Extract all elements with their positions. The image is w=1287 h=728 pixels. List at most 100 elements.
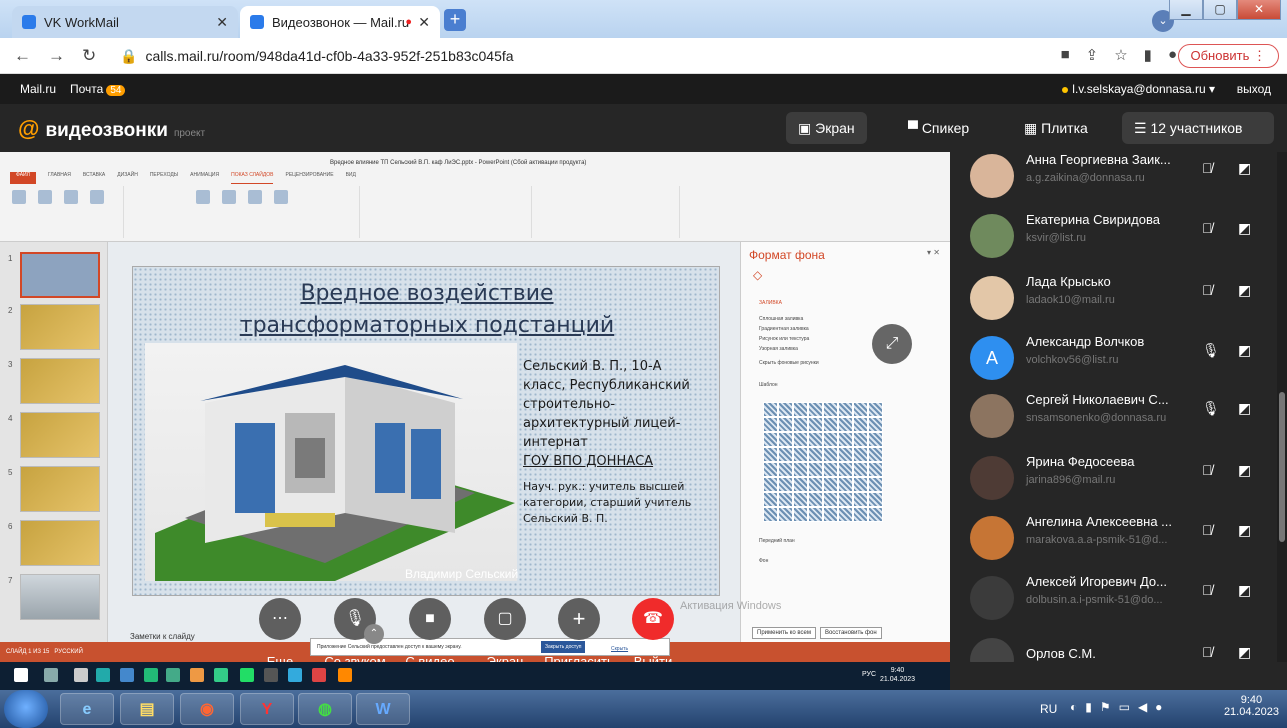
slide-thumbnail[interactable] xyxy=(20,252,100,298)
tab-title: VK WorkMail xyxy=(44,14,119,30)
avatar xyxy=(970,456,1014,500)
fill-option: Сплошная заливка xyxy=(759,316,804,322)
view-label: Спикер xyxy=(921,120,970,136)
fullscreen-toggle-button[interactable]: ⤢ xyxy=(872,324,912,364)
participant-name: Алексей Игоревич До... xyxy=(1026,574,1167,589)
window-close-button[interactable]: ✕ xyxy=(1237,0,1281,20)
thumb-number: 2 xyxy=(8,306,13,315)
forward-icon[interactable]: → xyxy=(48,46,65,66)
videocall-logo[interactable]: @ видеозвонки проект xyxy=(18,116,205,142)
participant-row[interactable]: Алексей Игоревич До... dolbusin.a.i-psmi… xyxy=(950,570,1280,632)
participant-row[interactable]: A Александр Волчков volchkov56@list.ru 🎙… xyxy=(950,330,1280,392)
ribbon-icon xyxy=(38,190,52,204)
ribbon-icon xyxy=(222,190,236,204)
invite-button[interactable]: + xyxy=(558,598,600,640)
camera-button[interactable]: ■ xyxy=(409,598,451,640)
mailru-link[interactable]: Mail.ru xyxy=(20,82,56,96)
substation-image xyxy=(145,343,517,581)
screen-share-button[interactable]: ▢ xyxy=(484,598,526,640)
view-speaker-button[interactable]: ▀ Спикер xyxy=(896,112,981,144)
chrome-icon[interactable]: ◍ xyxy=(298,693,352,725)
substation-illustration xyxy=(155,365,515,581)
new-tab-button[interactable]: + xyxy=(444,9,466,31)
bookmark-star-icon[interactable]: ☆ xyxy=(1114,46,1127,64)
video-camera-icon: ■ xyxy=(425,610,435,627)
plus-icon: + xyxy=(572,606,586,631)
camera-off-icon: ◩ xyxy=(1238,160,1252,176)
recording-dot-icon: ● xyxy=(405,16,412,28)
participant-row[interactable]: Екатерина Свиридова ksvir@list.ru 🎙̸ ◩ xyxy=(950,208,1280,270)
reload-icon[interactable]: ↻ xyxy=(82,46,96,66)
participant-row[interactable]: Анна Георгиевна Заик... a.g.zaikina@donn… xyxy=(950,152,1280,210)
mic-button[interactable]: 🎙 xyxy=(334,598,376,640)
scrollbar-thumb[interactable] xyxy=(1279,392,1285,542)
restore-bg-button: Восстановить фон xyxy=(819,627,882,639)
maximize-button[interactable]: ▢ xyxy=(1203,0,1237,20)
slide-thumbnail[interactable] xyxy=(20,412,100,458)
participant-email: jarina896@mail.ru xyxy=(1026,474,1116,486)
shared-screen[interactable]: Вредное влияние ТП Сельский В.П. каф ЛиЭ… xyxy=(0,152,950,662)
share-icon[interactable]: ⇪ xyxy=(1086,46,1099,64)
tray-language[interactable]: RU xyxy=(1040,702,1057,716)
slide-counter: СЛАЙД 1 ИЗ 15 xyxy=(6,649,50,655)
participant-row[interactable]: Лада Крысько ladaok10@mail.ru 🎙̸ ◩ xyxy=(950,270,1280,332)
profile-icon[interactable]: ● xyxy=(1168,46,1177,64)
back-icon[interactable]: ← xyxy=(14,46,31,66)
url-field[interactable]: 🔒 calls.mail.ru/room/948da41d-cf0b-4a33-9… xyxy=(120,48,514,65)
tab-videocall[interactable]: Видеозвонок — Mail.ru ● ✕ xyxy=(240,6,440,38)
access-notice-text: Приложение Сельский предоставлен доступ … xyxy=(317,644,462,650)
start-button[interactable] xyxy=(4,690,48,728)
slide-thumbnail[interactable] xyxy=(20,304,100,350)
sidebar-icon[interactable]: ▮ xyxy=(1144,46,1152,64)
logo-subtitle: проект xyxy=(173,128,206,139)
participant-row[interactable]: Ярина Федосеева jarina896@mail.ru 🎙̸ ◩ xyxy=(950,450,1280,512)
update-button[interactable]: Обновить ⋮ xyxy=(1177,44,1279,68)
ribbon-icon xyxy=(196,190,210,204)
participants-button[interactable]: ☰ 12 участников xyxy=(1122,112,1274,144)
ppt-tab: ВСТАВКА xyxy=(82,172,106,178)
yandex-browser-icon[interactable]: Y xyxy=(240,693,294,725)
avatar xyxy=(970,154,1014,198)
ie-icon[interactable]: e xyxy=(60,693,114,725)
view-screen-button[interactable]: ▣ Экран xyxy=(786,112,867,144)
user-menu[interactable]: l.v.selskaya@donnasa.ru ▾ xyxy=(1062,82,1215,96)
speaker-icon: ▀ xyxy=(908,120,918,136)
clock-date: 21.04.2023 xyxy=(1223,706,1279,718)
remote-app-icon xyxy=(312,668,326,682)
ppt-tab: ФАЙЛ xyxy=(10,172,36,184)
avatar xyxy=(970,576,1014,620)
participant-name: Анна Георгиевна Заик... xyxy=(1026,152,1171,167)
videocall-favicon-icon xyxy=(250,15,264,29)
more-button[interactable]: ⋯ xyxy=(259,598,301,640)
fill-option: Скрыть фоновые рисунки xyxy=(759,360,819,366)
slide-thumbnail[interactable] xyxy=(20,358,100,404)
tray-clock[interactable]: 9:40 21.04.2023 xyxy=(1224,694,1279,718)
logout-link[interactable]: выход xyxy=(1237,82,1271,96)
leave-call-button[interactable]: ☎ xyxy=(632,598,674,640)
remote-app-icon xyxy=(214,668,228,682)
media-player-icon[interactable]: ◉ xyxy=(180,693,234,725)
tab-vk-workmail[interactable]: VK WorkMail ✕ xyxy=(12,6,238,38)
pochta-link[interactable]: Почта 54 xyxy=(70,82,126,96)
word-icon[interactable]: W xyxy=(356,693,410,725)
view-tile-button[interactable]: ▦ Плитка xyxy=(1012,112,1100,144)
remote-app-icon xyxy=(96,668,110,682)
user-email: l.v.selskaya@donnasa.ru xyxy=(1072,82,1206,96)
camera-icon[interactable]: ■ xyxy=(1061,46,1070,64)
slide-thumbnail[interactable] xyxy=(20,466,100,512)
close-icon[interactable]: ✕ xyxy=(216,14,228,31)
participants-scrollbar[interactable] xyxy=(1277,152,1287,672)
participant-row[interactable]: Сергей Николаевич С... snsamsonenko@donn… xyxy=(950,388,1280,450)
explorer-icon[interactable]: ▤ xyxy=(120,693,174,725)
minimize-button[interactable]: ▁ xyxy=(1169,0,1203,20)
participant-row[interactable]: Ангелина Алексеевна ... marakova.a.a-psm… xyxy=(950,510,1280,572)
slide-thumbnail[interactable] xyxy=(20,520,100,566)
slide-thumbnail[interactable] xyxy=(20,574,100,620)
mic-muted-icon: 🎙̸ xyxy=(1202,220,1213,236)
slide-text-line: Науч. рук.: учитель высшей xyxy=(523,480,685,493)
participant-name: Екатерина Свиридова xyxy=(1026,212,1160,227)
avatar xyxy=(970,276,1014,320)
ppt-window-title: Вредное влияние ТП Сельский В.П. каф ЛиЭ… xyxy=(330,160,587,166)
vk-favicon-icon xyxy=(22,15,36,29)
close-icon[interactable]: ✕ xyxy=(418,14,430,31)
